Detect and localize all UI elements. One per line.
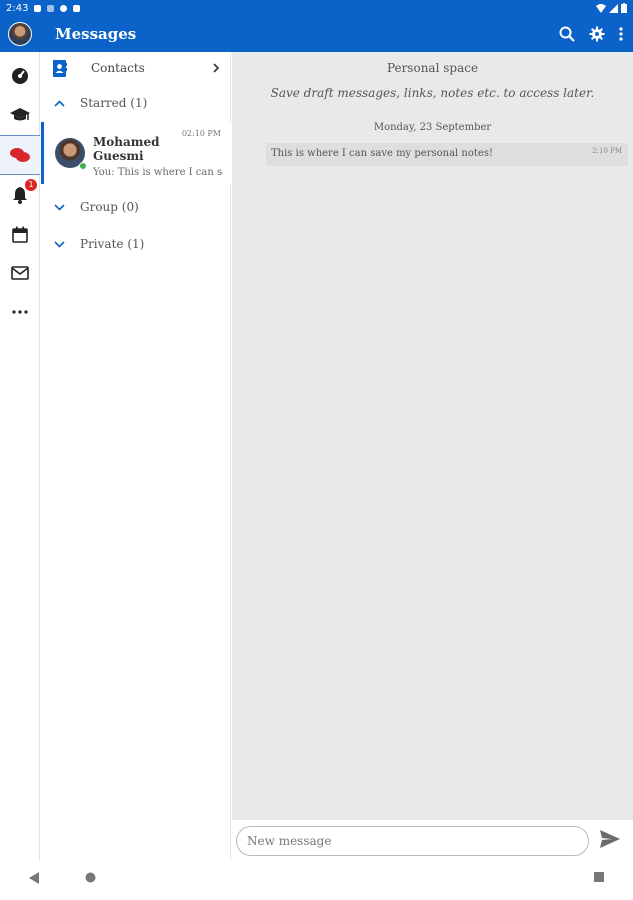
battery-icon (621, 3, 627, 13)
app-notification-icon (60, 4, 68, 12)
rail-item-notifications[interactable]: 1 (0, 175, 40, 215)
recents-icon[interactable] (594, 872, 604, 882)
send-icon[interactable] (600, 830, 620, 848)
date-divider: Monday, 23 September (373, 122, 492, 133)
back-icon[interactable] (29, 872, 39, 884)
notification-badge: 1 (25, 179, 37, 191)
message-bubble[interactable]: This is where I can save my personal not… (266, 143, 628, 166)
dashboard-icon (12, 68, 28, 84)
chevron-down-icon (54, 203, 65, 211)
profile-avatar-button[interactable] (0, 16, 40, 52)
status-bar: 2:43 (0, 0, 633, 16)
online-status-indicator (79, 162, 87, 170)
graduation-cap-icon (10, 108, 30, 121)
section-private[interactable]: Private (1) (41, 231, 231, 257)
page-title: Messages (55, 25, 137, 43)
section-private-label: Private (1) (80, 237, 145, 251)
conversation-preview: You: This is where I can sav (93, 167, 223, 178)
conversation-list: Contacts Starred (1) Mohamed Guesmi 02:1… (41, 52, 231, 860)
rail-item-dashboard[interactable] (0, 56, 40, 96)
system-nav-bar (0, 860, 633, 900)
conversation-name: Mohamed Guesmi (93, 135, 160, 163)
sd-card-icon (73, 4, 81, 12)
chat-panel: Personal space Save draft messages, link… (232, 52, 633, 819)
rail-item-learning[interactable] (0, 95, 40, 135)
calendar-icon (12, 226, 28, 243)
rail-item-mail[interactable] (0, 253, 40, 293)
settings-gear-icon[interactable] (589, 26, 605, 42)
app-bar: Messages (0, 16, 633, 52)
personal-space-subtitle: Save draft messages, links, notes etc. t… (270, 86, 595, 100)
section-group[interactable]: Group (0) (41, 194, 231, 220)
conversation-time: 02:10 PM (181, 129, 221, 138)
message-text: This is where I can save my personal not… (271, 148, 493, 159)
mail-icon (11, 266, 29, 280)
contacts-book-icon (53, 60, 67, 77)
section-group-label: Group (0) (80, 200, 139, 214)
rail-item-calendar[interactable] (0, 214, 40, 254)
contacts-link[interactable]: Contacts (41, 52, 231, 84)
section-starred[interactable]: Starred (1) (41, 90, 231, 116)
nav-rail: 1 (0, 52, 40, 860)
personal-space-title: Personal space (386, 61, 479, 75)
notification-icon (34, 4, 42, 12)
message-time: 2:10 PM (592, 147, 622, 155)
status-time: 2:43 (6, 2, 29, 14)
rail-item-messages[interactable] (0, 135, 40, 175)
avatar (8, 22, 32, 46)
chevron-down-icon (54, 240, 65, 248)
home-icon[interactable] (85, 872, 96, 883)
cloud-icon (47, 4, 55, 12)
conversation-item[interactable]: Mohamed Guesmi 02:10 PM You: This is whe… (41, 122, 231, 184)
message-composer (232, 819, 633, 860)
wifi-icon (596, 3, 606, 13)
more-vertical-icon[interactable] (619, 27, 623, 41)
contacts-label: Contacts (91, 61, 145, 75)
signal-icon (609, 3, 618, 13)
chevron-up-icon (54, 99, 65, 107)
new-message-input[interactable] (236, 826, 589, 856)
section-starred-label: Starred (1) (80, 96, 148, 110)
more-horizontal-icon (12, 310, 28, 314)
chevron-right-icon (213, 63, 220, 73)
chat-icon (10, 148, 30, 162)
rail-item-more[interactable] (0, 292, 40, 332)
search-icon[interactable] (559, 26, 575, 42)
